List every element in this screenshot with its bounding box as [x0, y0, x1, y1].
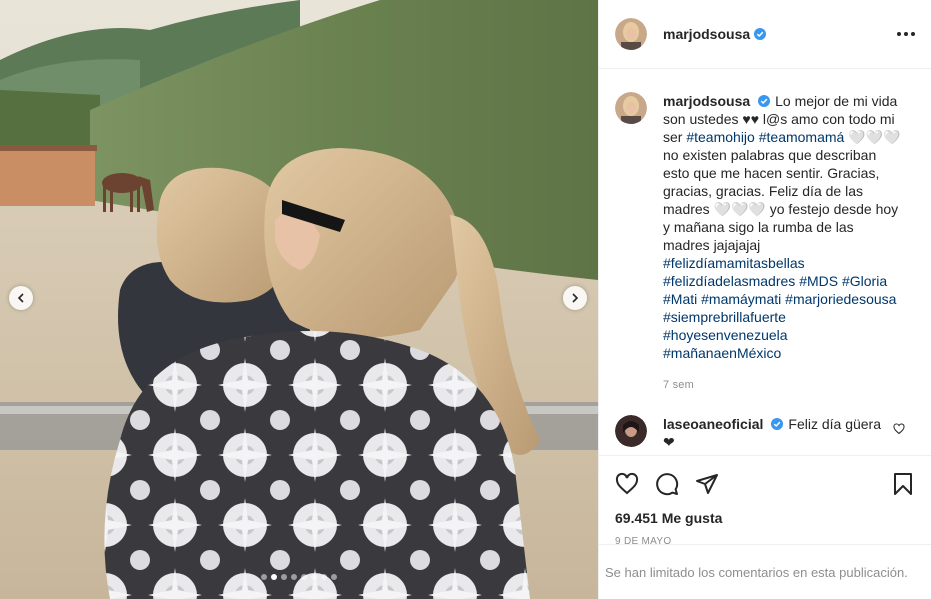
comment-like-heart-icon[interactable] [893, 423, 905, 435]
slide-indicator [0, 574, 598, 580]
more-dot [904, 32, 908, 36]
more-dot [911, 32, 915, 36]
caption-avatar[interactable] [615, 92, 647, 124]
slide-dot [291, 574, 297, 580]
slide-dot [271, 574, 277, 580]
hashtag-link[interactable]: #teamohijo [686, 129, 755, 145]
hashtag-link[interactable]: #mañanaenMéxico [663, 345, 781, 361]
verified-badge-icon [758, 95, 771, 107]
hashtag-link[interactable]: #siemprebrillafuerte [663, 309, 786, 325]
post-actions: 69.451 Me gusta 9 DE MAYO [599, 455, 931, 547]
caption-username[interactable]: marjodsousa [663, 93, 750, 109]
bookmark-icon[interactable] [891, 472, 915, 496]
caption-time[interactable]: 7 sem [663, 379, 915, 391]
commenter-avatar[interactable] [615, 415, 647, 447]
chevron-left-icon [17, 293, 24, 303]
slide-dot [331, 574, 337, 580]
comments-section: marjodsousa Lo mejor de mi vida son usted… [599, 70, 931, 455]
avatar-image [615, 415, 647, 447]
author-username[interactable]: marjodsousa [663, 26, 750, 42]
avatar-image [615, 92, 647, 124]
caption-hashtags: #felizdíamamitasbellas #felizdíadelasmad… [663, 255, 896, 361]
hashtag-link[interactable]: #teamomamá [759, 129, 845, 145]
hashtag-link[interactable]: #mamáymati [701, 291, 781, 307]
hashtag-link[interactable]: #felizdíadelasmadres [663, 273, 795, 289]
slide-dot [281, 574, 287, 580]
photo-image [0, 0, 598, 599]
verified-badge-icon [771, 418, 784, 430]
more-options-button[interactable] [897, 26, 915, 42]
hashtag-link[interactable]: #hoyesenvenezuela [663, 327, 788, 343]
author-avatar[interactable] [615, 18, 647, 50]
comment-text: laseoaneoficial Feliz día güera ❤ [663, 415, 883, 451]
slide-dot [321, 574, 327, 580]
hashtag-link[interactable]: #MDS [799, 273, 838, 289]
post-header: marjodsousa [599, 0, 931, 69]
caption-text: marjodsousa Lo mejor de mi vida son usted… [663, 92, 903, 362]
comments-limited-notice: Se han limitado los comentarios en esta … [599, 544, 931, 599]
slide-dot [301, 574, 307, 580]
post-photo[interactable] [0, 0, 598, 599]
hashtag-link[interactable]: #felizdíamamitasbellas [663, 255, 805, 271]
comment-item: laseoaneoficial Feliz día güera ❤ [615, 415, 915, 451]
instagram-post: marjodsousa marjodsousa Lo mejor de mi vi… [0, 0, 931, 599]
chevron-right-icon [572, 293, 579, 303]
previous-slide-button[interactable] [9, 286, 33, 310]
heart-icon[interactable] [615, 472, 639, 496]
commenter-username[interactable]: laseoaneoficial [663, 416, 763, 432]
caption-row: marjodsousa Lo mejor de mi vida son usted… [615, 92, 915, 362]
slide-dot [311, 574, 317, 580]
post-side-panel: marjodsousa marjodsousa Lo mejor de mi vi… [598, 0, 931, 599]
hashtag-link[interactable]: #marjoriedesousa [785, 291, 896, 307]
caption-body: 🤍🤍🤍 no existen palabras que describan es… [663, 129, 901, 253]
action-icons [615, 464, 915, 504]
avatar-image [615, 18, 647, 50]
verified-badge-icon [754, 28, 767, 40]
slide-dot [261, 574, 267, 580]
likes-count[interactable]: 69.451 Me gusta [615, 510, 915, 526]
hashtag-link[interactable]: #Mati [663, 291, 697, 307]
more-options-icon [897, 32, 901, 36]
next-slide-button[interactable] [563, 286, 587, 310]
paper-plane-icon[interactable] [695, 472, 719, 496]
comment-icon[interactable] [655, 472, 679, 496]
hashtag-link[interactable]: #Gloria [842, 273, 887, 289]
